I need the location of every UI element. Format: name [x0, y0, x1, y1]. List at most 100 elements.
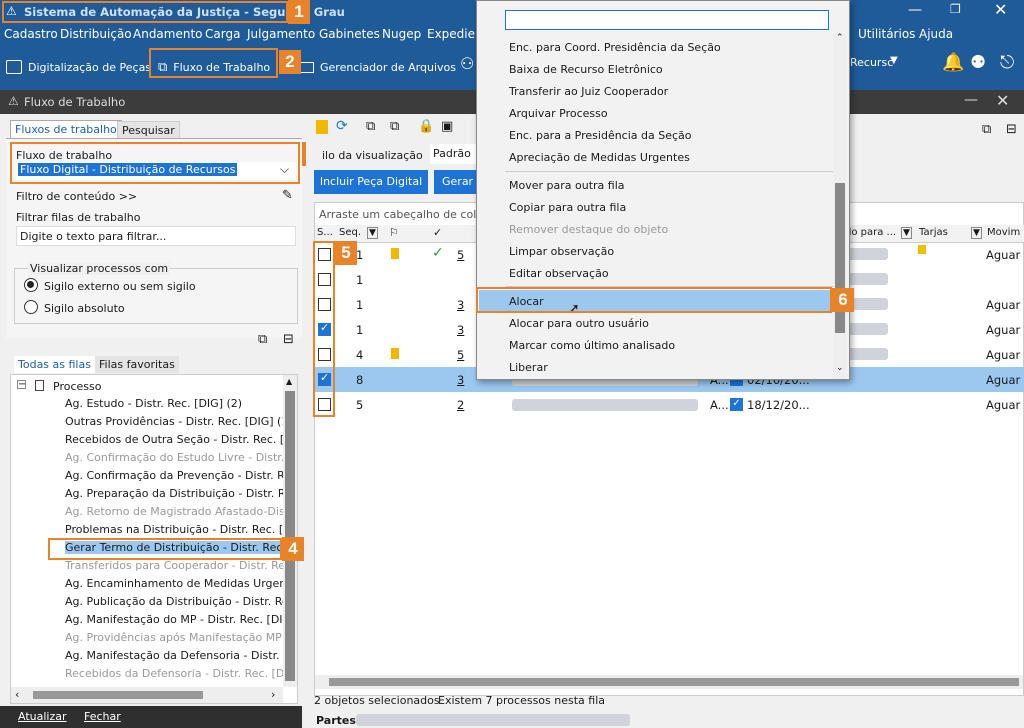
- context-item-alocar-outro[interactable]: Alocar para outro usuário: [509, 317, 649, 330]
- tree-item[interactable]: Ag. Manifestação da Defensoria - Distr. …: [65, 649, 293, 662]
- context-item-marcar[interactable]: Marcar como último analisado: [509, 339, 675, 352]
- menu-nugep[interactable]: Nugep: [382, 27, 421, 41]
- col-para[interactable]: do para ...: [845, 227, 896, 238]
- gerar-button[interactable]: Gerar: [434, 170, 478, 194]
- filtro-conteudo-link[interactable]: Filtro de conteúdo >>: [16, 190, 137, 203]
- menu-cadastro[interactable]: Cadastro: [4, 27, 58, 41]
- brush-icon[interactable]: ✎: [282, 188, 293, 203]
- menu-utilitarios[interactable]: Utilitários: [858, 27, 915, 41]
- tree-item[interactable]: Transferidos para Cooperador - Distr. Re…: [65, 559, 293, 572]
- digitalizacao-button[interactable]: Digitalização de Peças: [6, 54, 151, 80]
- col-seq[interactable]: Seq.: [339, 227, 361, 238]
- filtrar-input[interactable]: Digite o texto para filtrar...: [16, 226, 296, 246]
- menu-andamento[interactable]: Andamento: [133, 27, 203, 41]
- row-num-link[interactable]: 3: [457, 373, 464, 387]
- row-date-checkbox[interactable]: ✓: [730, 398, 743, 411]
- paste-icon[interactable]: ⧉: [390, 119, 399, 134]
- tree-item[interactable]: Ag. Confirmação da Prevenção - Distr. Re…: [65, 469, 293, 482]
- chevron-up-icon[interactable]: ⌃: [836, 33, 844, 43]
- refresh-icon[interactable]: ⟳: [336, 118, 348, 134]
- row-num-link[interactable]: 3: [457, 298, 464, 312]
- col-s[interactable]: S...: [317, 227, 333, 238]
- minimize-icon[interactable]: —: [908, 2, 922, 18]
- tree-expand-icon[interactable]: ⧉: [258, 332, 267, 347]
- row-num-link[interactable]: 2: [457, 398, 464, 412]
- menu-gabinetes[interactable]: Gabinetes: [319, 27, 380, 41]
- tree-item[interactable]: Ag. Encaminhamento de Medidas Urgente: [65, 577, 293, 590]
- row-num-link[interactable]: 5: [457, 348, 464, 362]
- context-item-apreciacao[interactable]: Apreciação de Medidas Urgentes: [509, 151, 690, 164]
- tree-item[interactable]: Ag. Preparação da Distribuição - Distr. …: [65, 487, 293, 500]
- lock-icon[interactable]: 🔒: [418, 119, 434, 134]
- close-icon[interactable]: ✕: [994, 0, 1007, 19]
- visualizacao-select[interactable]: Padrão: [430, 144, 476, 164]
- context-item-mover[interactable]: Mover para outra fila: [509, 179, 625, 192]
- window-close-icon[interactable]: ✕: [996, 91, 1009, 110]
- tree-item[interactable]: Ag. Confirmação do Estudo Livre - Distr.…: [65, 451, 293, 464]
- context-item-liberar[interactable]: Liberar: [509, 361, 548, 374]
- tree-item[interactable]: Outras Providências - Distr. Rec. [DIG] …: [65, 415, 293, 428]
- context-item-baixa[interactable]: Baixa de Recurso Eletrônico: [509, 63, 663, 76]
- menu-distribuicao[interactable]: Distribuição: [60, 27, 132, 41]
- tree-item[interactable]: Ag. Retorno de Magistrado Afastado-Distr: [65, 505, 293, 518]
- col-filter-icon[interactable]: ▼: [367, 227, 378, 239]
- chevron-right-icon[interactable]: ›: [271, 688, 275, 701]
- tree-root-toggle[interactable]: −: [17, 380, 26, 390]
- row-num-link[interactable]: 5: [457, 248, 464, 262]
- users-icon[interactable]: ⚇: [460, 54, 474, 73]
- radio-sigilo-absoluto[interactable]: [24, 300, 38, 314]
- save-icon[interactable]: ▣: [441, 119, 453, 134]
- tree-item[interactable]: Recebidos de Outra Seção - Distr. Rec. […: [65, 433, 293, 446]
- gerenciador-arquivos-button[interactable]: Gerenciador de Arquivos: [300, 54, 456, 80]
- chevron-left-icon[interactable]: ‹: [15, 688, 19, 701]
- tab-fluxos[interactable]: Fluxos de trabalho: [10, 120, 122, 138]
- context-item-enc-coord[interactable]: Enc. para Coord. Presidência da Seção: [509, 41, 721, 54]
- tree-hscroll-thumb[interactable]: [33, 691, 203, 699]
- tree-collapse-icon[interactable]: ⊟: [283, 332, 294, 347]
- context-item-limpar-obs[interactable]: Limpar observação: [509, 245, 614, 258]
- tree-item[interactable]: Ag. Publicação da Distribuição - Distr. …: [65, 595, 293, 608]
- tree-item[interactable]: Ag. Estudo - Distr. Rec. [DIG] (2): [65, 397, 293, 410]
- menu-carga[interactable]: Carga: [205, 27, 240, 41]
- row-num-link[interactable]: 3: [457, 323, 464, 337]
- context-scrollbar[interactable]: ⌃ ⌄: [833, 33, 847, 379]
- tab-filas-favoritas[interactable]: Filas favoritas: [95, 356, 179, 373]
- col-tarjas[interactable]: Tarjas: [919, 227, 948, 238]
- chevron-down-icon[interactable]: ⌄: [836, 363, 844, 373]
- tree-scroll-thumb[interactable]: [285, 391, 295, 681]
- tree-hscroll[interactable]: ‹ ›: [11, 687, 283, 703]
- view-tree-icon[interactable]: ⧉: [982, 122, 991, 137]
- tree-item[interactable]: Ag. Providências após Manifestação MP D: [65, 631, 293, 644]
- radio-sigilo-externo[interactable]: [24, 278, 38, 292]
- menu-ajuda[interactable]: Ajuda: [919, 27, 953, 41]
- tab-todas-filas[interactable]: Todas as filas: [14, 356, 95, 373]
- window-minimize-icon[interactable]: —: [964, 92, 978, 108]
- restore-icon[interactable]: ❐: [950, 2, 961, 16]
- tree-item[interactable]: Ag. Manifestação do MP - Distr. Rec. [DI…: [65, 613, 293, 626]
- bookmark-tool-icon[interactable]: [316, 120, 328, 134]
- copy-icon[interactable]: ⧉: [366, 119, 375, 134]
- fechar-button[interactable]: Fechar: [84, 710, 121, 723]
- grid-hscroll-thumb[interactable]: [329, 678, 1019, 686]
- context-search-input[interactable]: [505, 10, 829, 30]
- context-item-copiar[interactable]: Copiar para outra fila: [509, 201, 626, 214]
- chevron-up-icon[interactable]: ▲: [286, 377, 292, 386]
- context-item-enc-presidencia[interactable]: Enc. para a Presidência da Seção: [509, 129, 692, 142]
- menu-julgamento[interactable]: Julgamento: [247, 27, 315, 41]
- tree-item[interactable]: Recebidos da Defensoria - Distr. Rec. [D…: [65, 667, 293, 680]
- grid-hscroll[interactable]: [315, 675, 1023, 689]
- col-filter-icon[interactable]: ▼: [901, 227, 912, 239]
- atualizar-button[interactable]: Atualizar: [18, 710, 67, 723]
- context-item-editar-obs[interactable]: Editar observação: [509, 267, 609, 280]
- recurso-dropdown[interactable]: Recursc: [850, 56, 893, 69]
- bell-icon[interactable]: 🔔: [942, 52, 964, 73]
- context-item-arquivar[interactable]: Arquivar Processo: [509, 107, 608, 120]
- incluir-peca-button[interactable]: Incluir Peça Digital: [314, 170, 428, 194]
- user-icon[interactable]: ⚉: [970, 52, 986, 73]
- context-item-transferir[interactable]: Transferir ao Juiz Cooperador: [509, 85, 668, 98]
- menu-expedien[interactable]: Expedien: [427, 27, 483, 41]
- col-filter-icon[interactable]: ▼: [971, 227, 982, 239]
- view-list-icon[interactable]: ⊟: [1006, 122, 1017, 137]
- tree-item[interactable]: Problemas na Distribuição - Distr. Rec. …: [65, 523, 293, 536]
- logout-icon[interactable]: ⎋: [1000, 52, 1014, 73]
